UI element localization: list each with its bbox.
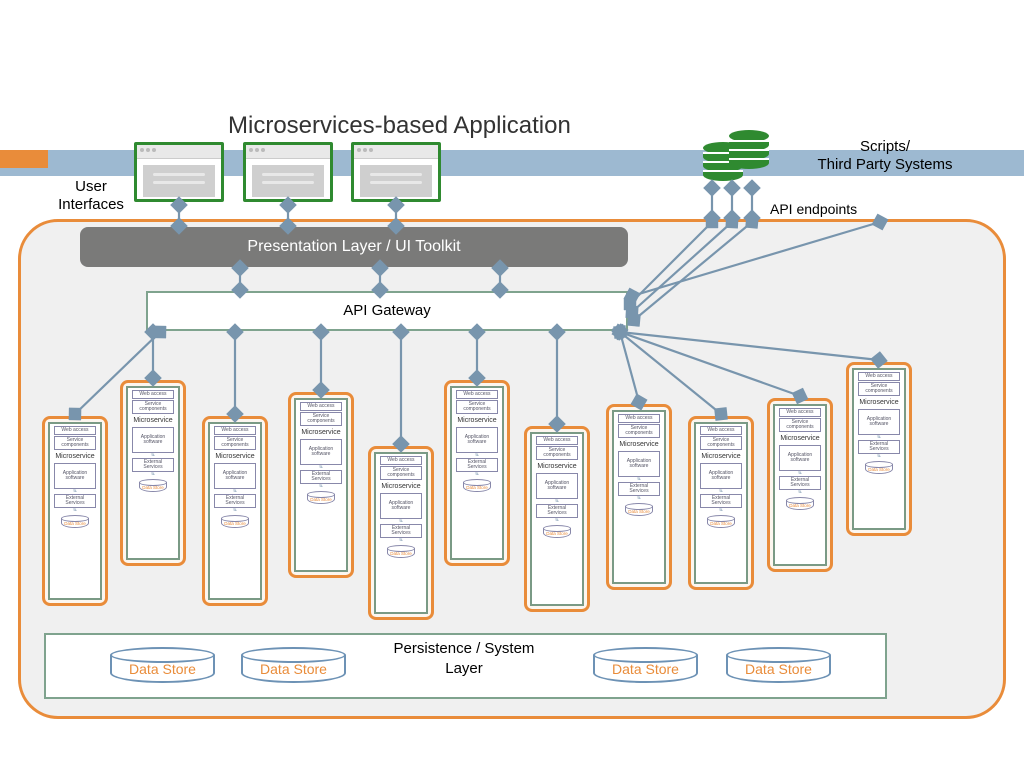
microservice-box: Web accessService componentsMicroservice… (688, 416, 754, 590)
diagram-title: Microservices-based Application (228, 112, 571, 140)
microservice-box: Web accessService componentsMicroservice… (288, 392, 354, 578)
persistence-layer: Persistence / System Layer Data Store Dat… (44, 633, 887, 699)
persistence-label: Persistence / System Layer (374, 639, 554, 678)
microservice-box: Web accessService componentsMicroservice… (767, 398, 833, 572)
data-store-cylinder: Data Store (241, 647, 346, 685)
microservice-box: Web accessService componentsMicroservice… (42, 416, 108, 606)
browser-window-icon (351, 142, 441, 202)
microservice-box: Web accessService componentsMicroservice… (606, 404, 672, 590)
microservice-box: Web accessService componentsMicroservice… (524, 426, 590, 612)
label-scripts: Scripts/ Third Party Systems (800, 138, 970, 174)
data-store-cylinder: Data Store (726, 647, 831, 685)
microservice-box: Web accessService componentsMicroservice… (120, 380, 186, 566)
data-store-cylinder: Data Store (593, 647, 698, 685)
api-gateway: API Gateway (146, 291, 628, 331)
data-store-cylinder: Data Store (110, 647, 215, 685)
horizontal-bar-accent (0, 150, 48, 168)
microservice-box: Web accessService componentsMicroservice… (846, 362, 912, 536)
browser-window-icon (134, 142, 224, 202)
microservice-box: Web accessService componentsMicroservice… (368, 446, 434, 620)
browser-window-icon (243, 142, 333, 202)
microservice-box: Web accessService componentsMicroservice… (444, 380, 510, 566)
presentation-layer: Presentation Layer / UI Toolkit (80, 227, 628, 267)
label-user-interfaces: User Interfaces (51, 178, 131, 214)
label-api-endpoints: API endpoints (770, 201, 857, 217)
microservice-box: Web accessService componentsMicroservice… (202, 416, 268, 606)
